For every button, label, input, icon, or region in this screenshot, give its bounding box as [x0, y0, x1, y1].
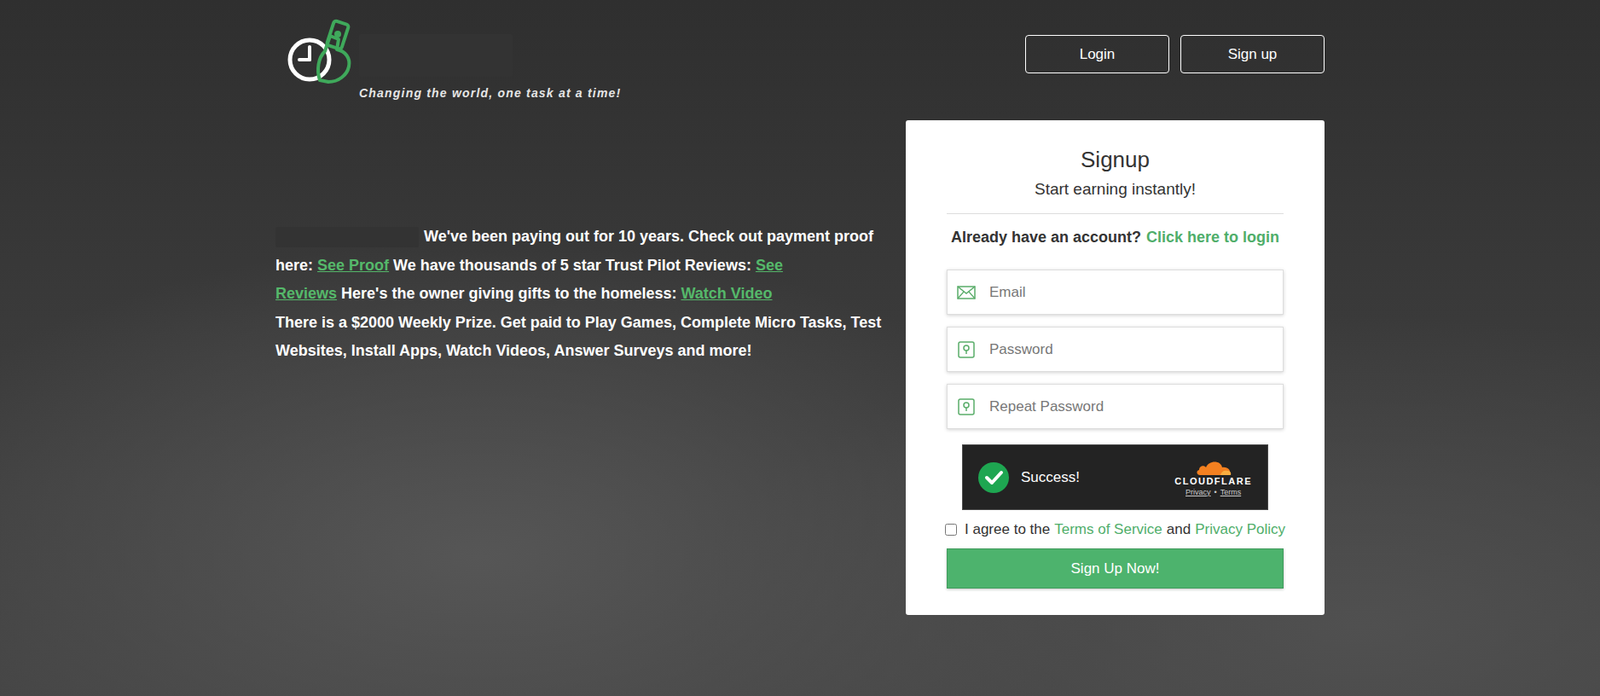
- cloudflare-text: CLOUDFLARE: [1174, 475, 1253, 487]
- signup-page: Changing the world, one task at a time! L…: [0, 0, 1600, 696]
- hero-paragraph: There is a $2000 Weekly Prize. Get paid …: [275, 308, 899, 366]
- hero-link[interactable]: See Proof: [317, 256, 389, 274]
- login-line: Already have an account?Click here to lo…: [950, 226, 1280, 249]
- captcha-link[interactable]: Privacy: [1185, 487, 1212, 497]
- lock-icon: [956, 340, 976, 360]
- hero-text: We have thousands of 5 star Trust Pilot …: [393, 256, 752, 274]
- fields: [946, 269, 1284, 429]
- card-subtitle: Start earning instantly!: [1034, 178, 1196, 201]
- nav-button[interactable]: Sign up: [1180, 34, 1325, 74]
- logo-text: Changing the world, one task at a time!: [359, 18, 621, 100]
- divider: [946, 213, 1284, 215]
- hero-paragraph: We've been paying out for 10 years. Chec…: [275, 222, 899, 309]
- agree-text: I agree to the: [964, 521, 1050, 539]
- agree-joiner: and: [1166, 521, 1191, 539]
- captcha-widget[interactable]: Success! CLOUDFLAREPrivacy•Terms: [962, 444, 1269, 511]
- lock-icon: [956, 397, 976, 417]
- privacy-link[interactable]: Privacy Policy: [1194, 521, 1286, 539]
- cloudflare-brand: CLOUDFLAREPrivacy•Terms: [1174, 458, 1253, 497]
- page-content: Changing the world, one task at a time! L…: [275, 0, 1325, 615]
- agree-row: I agree to theTerms of ServiceandPrivacy…: [944, 521, 1286, 539]
- text-input[interactable]: [947, 270, 1283, 314]
- nav: LoginSign up: [1025, 34, 1325, 74]
- check-circle-icon: [978, 462, 1009, 493]
- captcha-status-text: Success!: [1020, 469, 1080, 487]
- login-link[interactable]: Click here to login: [1146, 226, 1280, 249]
- captcha-links: Privacy•Terms: [1185, 487, 1241, 497]
- input-field: [946, 326, 1284, 372]
- tagline: Changing the world, one task at a time!: [359, 86, 621, 100]
- input-field: [946, 269, 1284, 315]
- card-title: Signup: [1080, 145, 1150, 174]
- text-input[interactable]: [947, 384, 1283, 429]
- cloud-icon: [1194, 458, 1233, 476]
- envelope-icon: [956, 285, 976, 300]
- hero: We've been paying out for 10 years. Chec…: [275, 120, 899, 366]
- text-input[interactable]: [947, 327, 1283, 372]
- captcha-status: Success!: [978, 462, 1080, 493]
- hero-link[interactable]: Watch Video: [680, 284, 772, 302]
- input-field: [946, 383, 1284, 429]
- header: Changing the world, one task at a time! L…: [275, 0, 1325, 121]
- logo[interactable]: Changing the world, one task at a time!: [285, 18, 621, 100]
- main: We've been paying out for 10 years. Chec…: [275, 120, 1325, 615]
- agree-checkbox[interactable]: [944, 523, 957, 536]
- redacted-block: [275, 226, 419, 248]
- separator: •: [1214, 487, 1218, 497]
- login-prompt: Already have an account?: [950, 226, 1142, 249]
- terms-link[interactable]: Terms of Service: [1054, 521, 1163, 539]
- background-photo: [0, 0, 1600, 696]
- redacted-block: [359, 34, 513, 77]
- hero-text: Here's the owner giving gifts to the hom…: [341, 284, 677, 302]
- signup-button[interactable]: Sign Up Now!: [946, 548, 1284, 589]
- hero-text: There is a $2000 Weekly Prize. Get paid …: [275, 313, 882, 360]
- captcha-link[interactable]: Terms: [1220, 487, 1242, 497]
- nav-button[interactable]: Login: [1025, 34, 1170, 74]
- signup-card: Signup Start earning instantly! Already ha…: [905, 120, 1325, 615]
- clock-money-icon: [285, 18, 358, 87]
